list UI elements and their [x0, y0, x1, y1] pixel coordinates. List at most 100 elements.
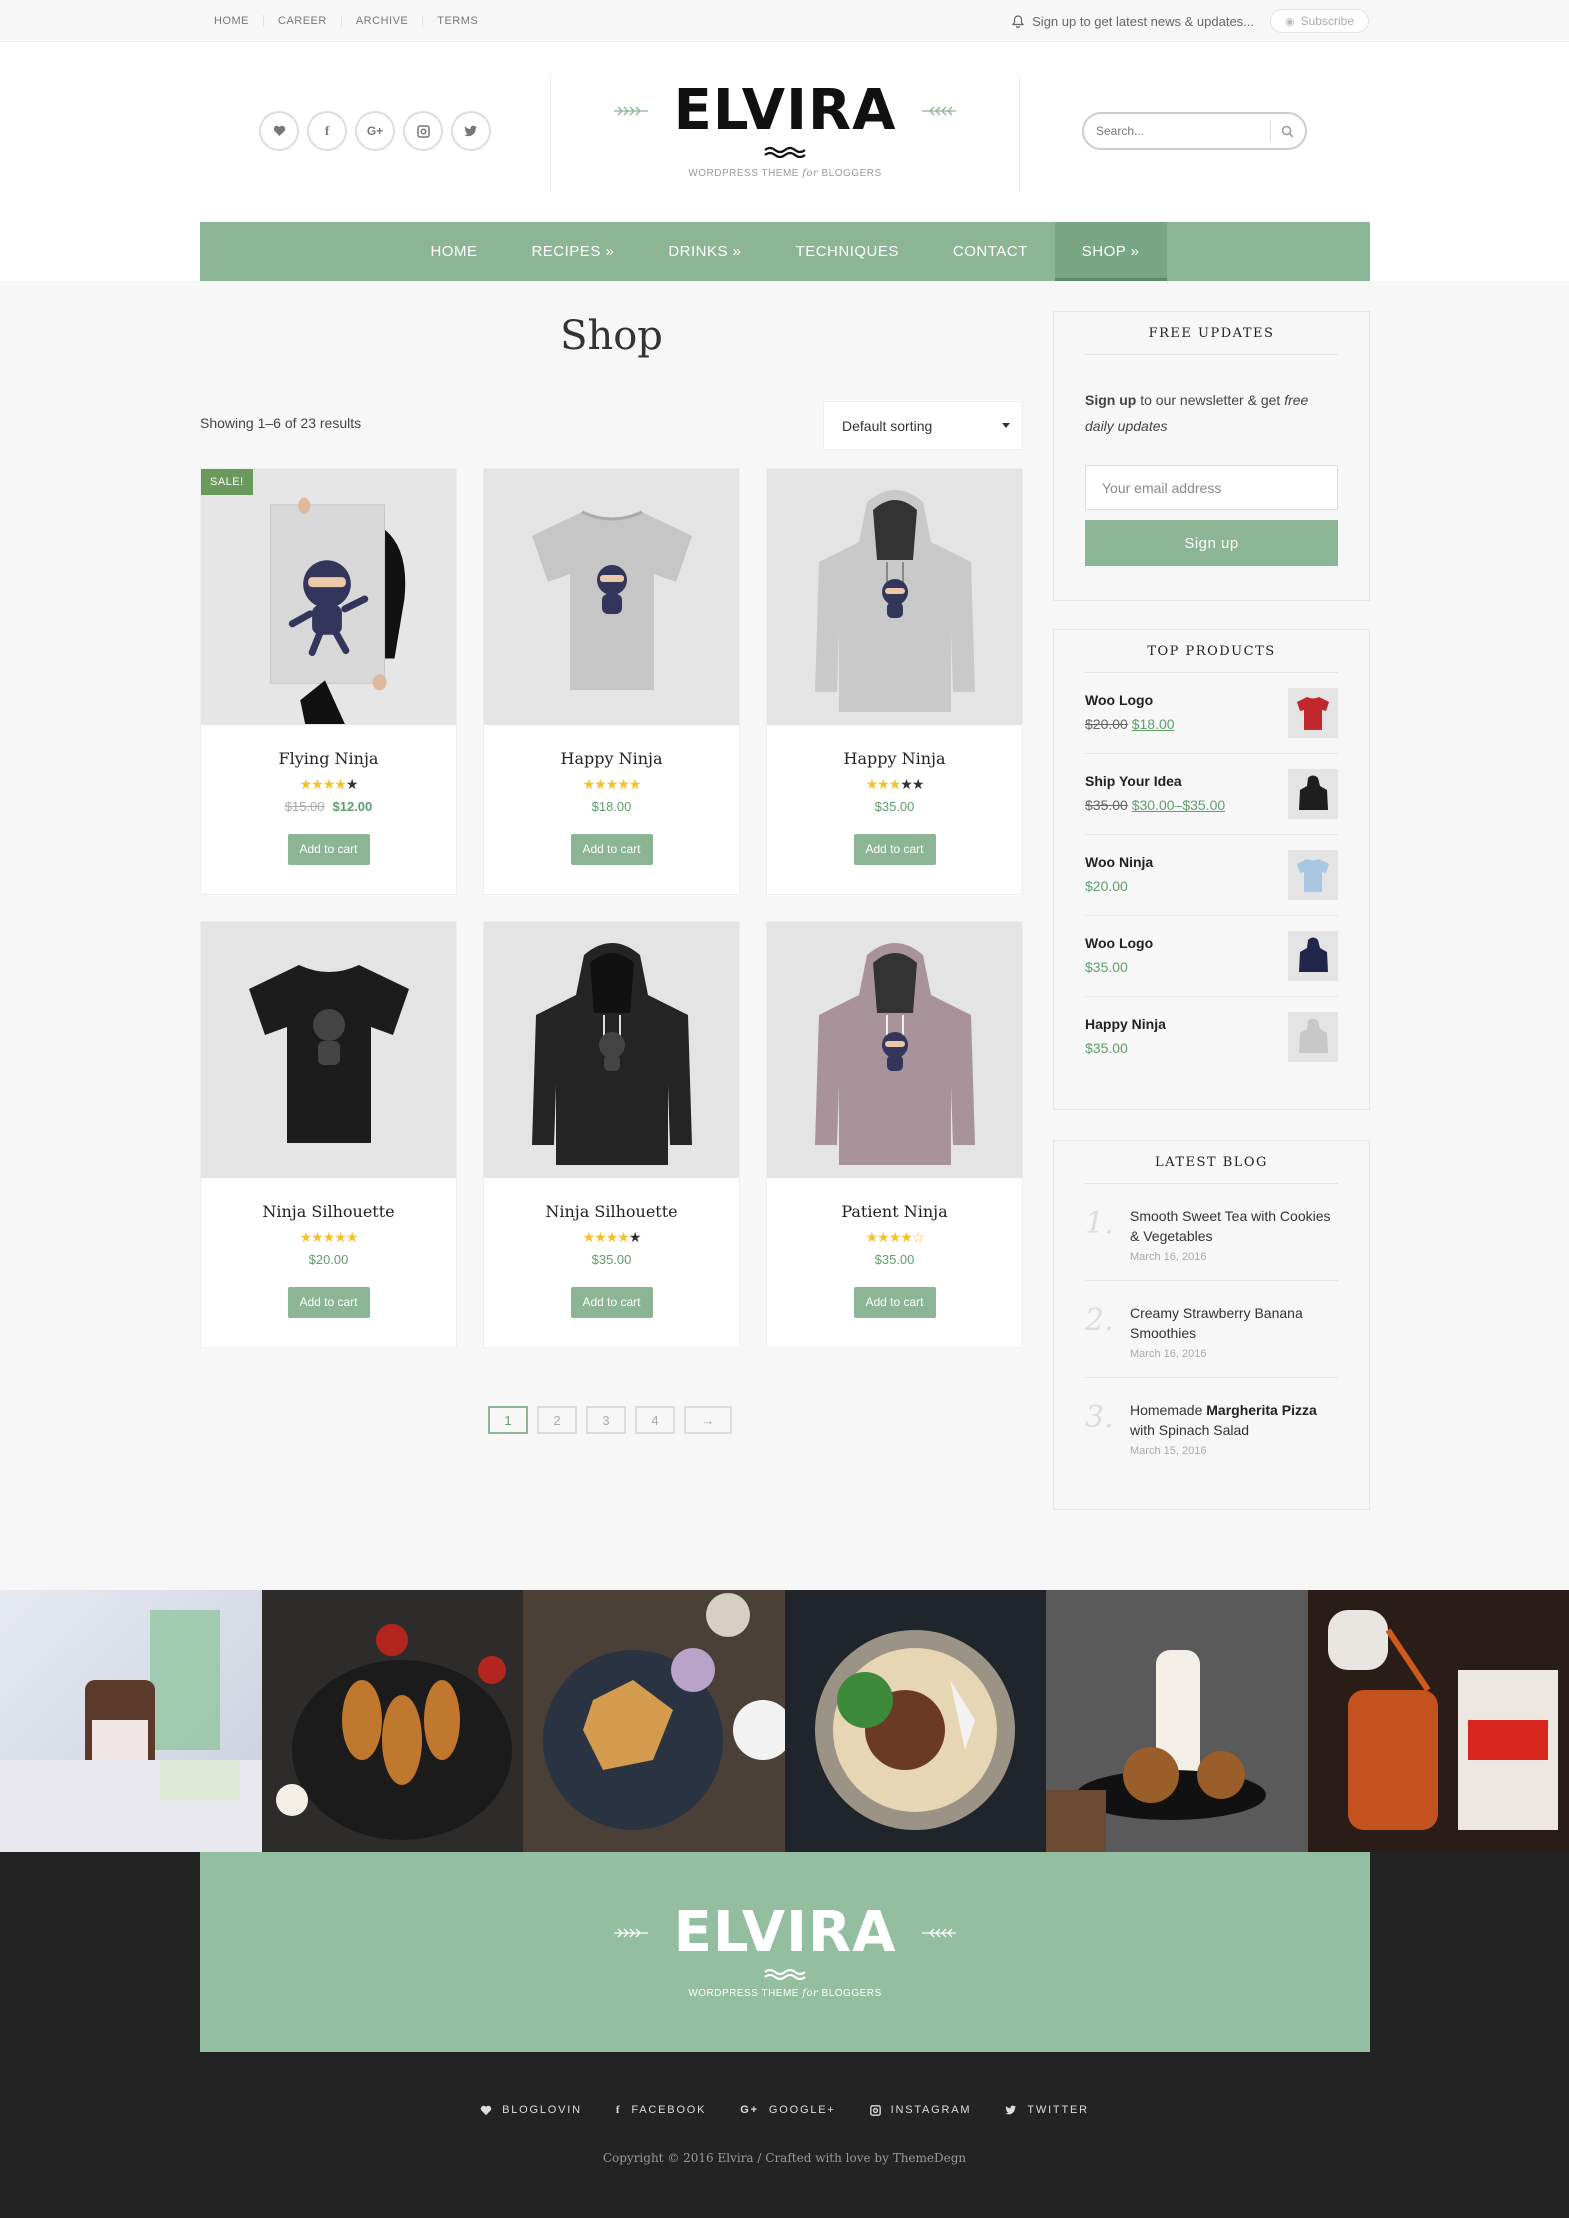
- sort-select[interactable]: Default sorting: [823, 401, 1023, 450]
- facebook-icon[interactable]: f: [307, 111, 347, 151]
- footer-link-facebook[interactable]: f FACEBOOK: [616, 2104, 706, 2116]
- top-product-name[interactable]: Woo Logo: [1085, 692, 1153, 708]
- top-product-name[interactable]: Ship Your Idea: [1085, 773, 1182, 789]
- top-product-thumb[interactable]: [1288, 769, 1338, 819]
- kimchi-photo-image: [1327, 1610, 1558, 1830]
- add-to-cart-button[interactable]: Add to cart: [287, 1287, 370, 1318]
- product-card[interactable]: SALE! Flying Ninja ★★★★★ $15.00 $12.00 Ad…: [200, 468, 457, 895]
- product-name[interactable]: Ninja Silhouette: [201, 1202, 456, 1221]
- footer-link-instagram[interactable]: INSTAGRAM: [869, 2104, 972, 2116]
- footer-logo[interactable]: ELVIRA: [200, 1902, 1370, 1964]
- top-product-name[interactable]: Woo Ninja: [1085, 854, 1153, 870]
- rating-stars: ★★★★★: [582, 776, 642, 792]
- product-card[interactable]: Ninja Silhouette ★★★★★ $35.00 Add to car…: [483, 921, 740, 1348]
- product-image[interactable]: [201, 469, 456, 725]
- heart-icon[interactable]: [259, 111, 299, 151]
- food-photo[interactable]: [523, 1590, 785, 1852]
- top-product-item[interactable]: Woo Logo $35.00: [1085, 916, 1338, 997]
- top-product-item[interactable]: Woo Logo $20.00 $18.00: [1085, 673, 1338, 754]
- subscribe-button[interactable]: ◉ Subscribe: [1270, 9, 1369, 33]
- product-name[interactable]: Happy Ninja: [484, 749, 739, 768]
- product-card[interactable]: Happy Ninja ★★★★★ $35.00 Add to cart: [766, 468, 1023, 895]
- footer-link-label: GOOGLE+: [768, 2104, 836, 2116]
- food-photo[interactable]: [0, 1590, 262, 1852]
- google-plus-icon[interactable]: G+: [355, 111, 395, 151]
- top-nav-career[interactable]: CAREER: [263, 15, 341, 27]
- old-price: $35.00: [1085, 797, 1128, 813]
- blog-title-bold: Margherita Pizza: [1206, 1402, 1317, 1418]
- product-image[interactable]: [484, 922, 739, 1178]
- top-product-thumb[interactable]: [1288, 850, 1338, 900]
- food-photo[interactable]: [1046, 1590, 1308, 1852]
- blog-item-title[interactable]: Smooth Sweet Tea with Cookies & Vegetabl…: [1130, 1206, 1338, 1246]
- instagram-icon[interactable]: [403, 111, 443, 151]
- blog-list-item[interactable]: 1. Smooth Sweet Tea with Cookies & Veget…: [1085, 1184, 1338, 1281]
- food-photo[interactable]: [784, 1590, 1046, 1852]
- top-product-name[interactable]: Happy Ninja: [1085, 1016, 1166, 1032]
- top-product-item[interactable]: Ship Your Idea $35.00 $30.00–$35.00: [1085, 754, 1338, 835]
- product-name[interactable]: Happy Ninja: [767, 749, 1022, 768]
- add-to-cart-button[interactable]: Add to cart: [853, 1287, 936, 1318]
- product-image[interactable]: [484, 469, 739, 725]
- nav-techniques[interactable]: TECHNIQUES: [769, 222, 926, 281]
- page-1[interactable]: 1: [488, 1406, 528, 1434]
- product-card[interactable]: Happy Ninja ★★★★★ $18.00 Add to cart: [483, 468, 740, 895]
- product-image[interactable]: [201, 922, 456, 1178]
- blog-list-item[interactable]: 3. Homemade Margherita Pizza with Spinac…: [1085, 1378, 1338, 1475]
- product-card[interactable]: Patient Ninja ★★★★☆ $35.00 Add to cart: [766, 921, 1023, 1348]
- footer-link-google-plus[interactable]: G+ GOOGLE+: [740, 2104, 835, 2116]
- sign-up-button[interactable]: Sign up: [1085, 520, 1338, 566]
- nav-home[interactable]: HOME: [403, 222, 504, 281]
- product-name[interactable]: Flying Ninja: [201, 749, 456, 768]
- top-nav-terms[interactable]: TERMS: [422, 15, 492, 27]
- top-product-thumb[interactable]: [1288, 931, 1338, 981]
- blog-item-date: March 16, 2016: [1130, 1251, 1207, 1263]
- nav-shop[interactable]: SHOP »: [1054, 222, 1167, 281]
- site-logo[interactable]: ELVIRA WORDPRESS THEME for BLOGGERS: [550, 80, 1020, 179]
- blog-item-date: March 16, 2016: [1130, 1348, 1207, 1360]
- tagline-post: BLOGGERS: [818, 168, 882, 179]
- top-product-name[interactable]: Woo Logo: [1085, 935, 1153, 951]
- nav-drinks[interactable]: DRINKS »: [641, 222, 768, 281]
- facebook-icon: f: [615, 2104, 622, 2116]
- page-4[interactable]: 4: [635, 1406, 675, 1434]
- blog-list-item[interactable]: 2. Creamy Strawberry Banana Smoothies Ma…: [1085, 1281, 1338, 1378]
- search-icon[interactable]: [1281, 125, 1294, 138]
- add-to-cart-button[interactable]: Add to cart: [853, 834, 936, 865]
- rating-stars: ★★★★★: [299, 1229, 359, 1245]
- nav-recipes[interactable]: RECIPES »: [504, 222, 641, 281]
- footer-logo-text: ELVIRA: [673, 1900, 897, 1965]
- top-product-item[interactable]: Happy Ninja $35.00: [1085, 997, 1338, 1078]
- add-to-cart-button[interactable]: Add to cart: [570, 834, 653, 865]
- nav-contact[interactable]: CONTACT: [926, 222, 1055, 281]
- product-name[interactable]: Patient Ninja: [767, 1202, 1022, 1221]
- food-photo[interactable]: [261, 1590, 523, 1852]
- top-product-item[interactable]: Woo Ninja $20.00: [1085, 835, 1338, 916]
- blog-item-title[interactable]: Homemade Margherita Pizza with Spinach S…: [1130, 1400, 1338, 1440]
- blog-title-pre: Homemade: [1130, 1402, 1207, 1418]
- add-to-cart-button[interactable]: Add to cart: [287, 834, 370, 865]
- search-box[interactable]: Search...: [1082, 112, 1307, 150]
- email-field[interactable]: Your email address: [1085, 465, 1338, 510]
- footer-link-twitter[interactable]: TWITTER: [1005, 2104, 1088, 2116]
- page-3[interactable]: 3: [586, 1406, 626, 1434]
- sale-badge: SALE!: [201, 469, 253, 495]
- search-input[interactable]: Search...: [1096, 124, 1144, 138]
- product-card[interactable]: Ninja Silhouette ★★★★★ $20.00 Add to car…: [200, 921, 457, 1348]
- rating-stars: ★★★★★: [299, 776, 359, 792]
- product-image[interactable]: [767, 469, 1022, 725]
- product-image[interactable]: [767, 922, 1022, 1178]
- top-nav-home[interactable]: HOME: [200, 15, 263, 27]
- food-photo[interactable]: [1307, 1590, 1569, 1852]
- twitter-icon[interactable]: [451, 111, 491, 151]
- page-2[interactable]: 2: [537, 1406, 577, 1434]
- add-to-cart-button[interactable]: Add to cart: [570, 1287, 653, 1318]
- footer-link-bloglovin[interactable]: BLOGLOVIN: [480, 2104, 582, 2116]
- top-nav-archive[interactable]: ARCHIVE: [340, 15, 422, 27]
- blog-item-title[interactable]: Creamy Strawberry Banana Smoothies: [1130, 1303, 1338, 1343]
- next-page-arrow-icon[interactable]: →: [684, 1406, 732, 1434]
- tagline-pre: WORDPRESS THEME: [688, 168, 803, 179]
- product-name[interactable]: Ninja Silhouette: [484, 1202, 739, 1221]
- top-product-thumb[interactable]: [1288, 688, 1338, 738]
- top-product-thumb[interactable]: [1288, 1012, 1338, 1062]
